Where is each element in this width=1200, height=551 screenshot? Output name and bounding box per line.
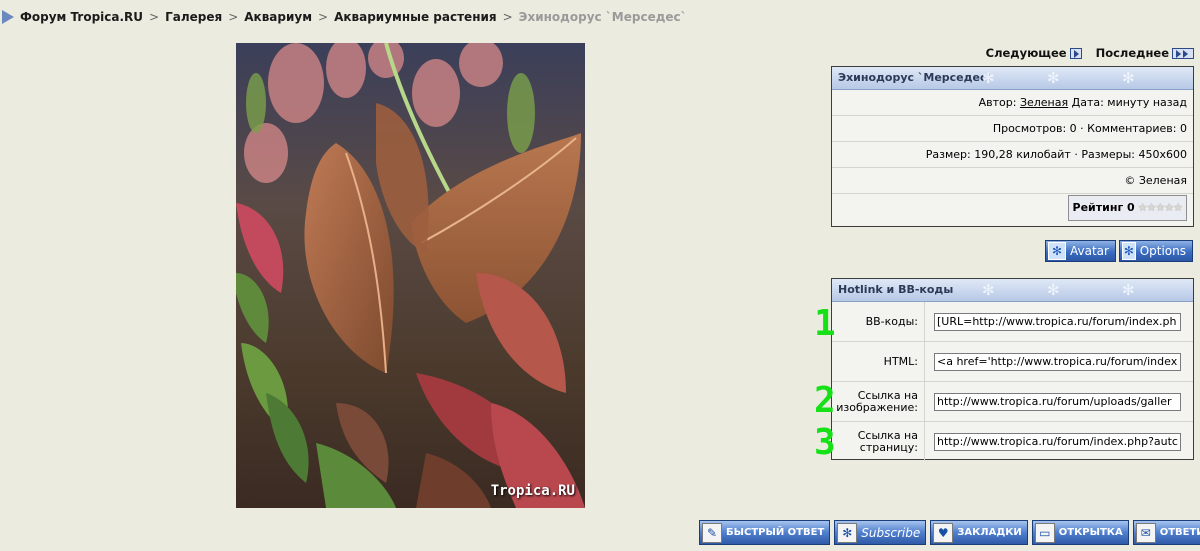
next-image-label: Следующее	[985, 46, 1067, 60]
image-link-field[interactable]	[934, 392, 1181, 411]
bookmark-heart-icon: ♥	[933, 522, 954, 543]
snowflake-icon: ✻	[1122, 281, 1135, 299]
image-info-header: Эхинодорус `Мерседес` ✻ ✻ ✻	[832, 67, 1193, 90]
breadcrumb-separator: >	[149, 10, 160, 24]
quick-reply-label: БЫСТРЫЙ ОТВЕТ	[726, 527, 825, 538]
image-navigation: Следующее Последнее	[986, 46, 1194, 60]
annotation-number-3: 3	[814, 422, 836, 463]
snowflake-icon: ✻	[982, 69, 995, 87]
plant-photo-illustration	[236, 43, 585, 508]
breadcrumb-current: Эхинодорус `Мерседес`	[518, 10, 687, 24]
snowflake-icon: ✻	[1122, 69, 1135, 87]
next-arrow-icon	[1069, 47, 1082, 59]
postcard-icon: ▭	[1034, 522, 1055, 543]
gallery-photo[interactable]: Tropica.RU	[236, 43, 585, 508]
image-link-row: Ссылка на изображение:	[832, 382, 1193, 422]
postcard-label: ОТКРЫТКА	[1058, 527, 1123, 538]
quick-reply-button[interactable]: ✎ БЫСТРЫЙ ОТВЕТ	[699, 520, 831, 545]
subscribe-label: Subscribe	[861, 525, 921, 540]
image-link-label: Ссылка на изображение:	[832, 382, 925, 421]
last-image-label: Последнее	[1095, 46, 1169, 60]
html-label: HTML:	[832, 342, 925, 381]
hotlink-panel: Hotlink и BB-коды ✻ ✻ ✻ BB-коды: HTML: С…	[831, 278, 1194, 461]
postcard-button[interactable]: ▭ ОТКРЫТКА	[1031, 520, 1129, 545]
page-link-label: Ссылка на страницу:	[832, 422, 925, 461]
snowflake-icon: ✻	[982, 281, 995, 299]
hotlink-header: Hotlink и BB-коды ✻ ✻ ✻	[832, 279, 1193, 302]
snowflake-icon: ✻	[1047, 281, 1060, 299]
breadcrumb-separator: >	[228, 10, 239, 24]
bbcode-label: BB-коды:	[832, 302, 925, 341]
rating-label: Рейтинг 0	[1072, 201, 1135, 214]
snowflake-icon: ✻	[1122, 242, 1136, 260]
annotation-number-2: 2	[814, 380, 836, 421]
triangle-bullet-icon	[2, 10, 14, 24]
snowflake-icon: ✻	[837, 522, 858, 543]
bottom-toolbar: ✎ БЫСТРЫЙ ОТВЕТ ✻ Subscribe ♥ ЗАКЛАДКИ ▭…	[699, 520, 1200, 545]
subscribe-button[interactable]: ✻ Subscribe	[834, 520, 927, 545]
rating-stars-icon[interactable]: ★★★★★	[1138, 196, 1183, 220]
breadcrumb-link-gallery[interactable]: Галерея	[165, 10, 222, 24]
breadcrumb-separator: >	[318, 10, 329, 24]
bbcode-row: BB-коды:	[832, 302, 1193, 342]
snowflake-icon: ✻	[1048, 242, 1066, 260]
reply-bubble-icon: ✎	[702, 522, 722, 543]
next-image-link[interactable]: Следующее	[986, 46, 1082, 60]
reply-label: ОТВЕТИТЬ	[1159, 527, 1200, 538]
photo-watermark: Tropica.RU	[490, 483, 575, 499]
image-title: Эхинодорус `Мерседес`	[838, 71, 992, 84]
page-link-row: Ссылка на страницу:	[832, 422, 1193, 461]
avatar-button[interactable]: ✻ Avatar	[1045, 240, 1116, 262]
copyright-row: © Зеленая	[832, 168, 1193, 194]
stats-row: Просмотров: 0 · Комментариев: 0	[832, 116, 1193, 142]
html-field[interactable]	[934, 352, 1181, 371]
last-arrow-icon	[1172, 47, 1194, 59]
breadcrumb-link-aquarium[interactable]: Аквариум	[244, 10, 312, 24]
bookmarks-button[interactable]: ♥ ЗАКЛАДКИ	[930, 520, 1028, 545]
author-label: Автор:	[978, 96, 1017, 109]
annotation-number-1: 1	[814, 303, 836, 344]
size-row: Размер: 190,28 килобайт · Размеры: 450x6…	[832, 142, 1193, 168]
hotlink-title: Hotlink и BB-коды	[838, 283, 954, 296]
bookmarks-label: ЗАКЛАДКИ	[957, 527, 1022, 538]
reply-button[interactable]: ✉ ОТВЕТИТЬ	[1132, 520, 1200, 545]
image-info-panel: Эхинодорус `Мерседес` ✻ ✻ ✻ Автор: Зелен…	[831, 66, 1194, 227]
rating-box[interactable]: Рейтинг 0 ★★★★★	[1067, 195, 1187, 221]
html-row: HTML:	[832, 342, 1193, 382]
bbcode-field[interactable]	[934, 312, 1181, 331]
breadcrumb-separator: >	[502, 10, 513, 24]
options-button[interactable]: ✻ Options	[1119, 240, 1193, 262]
reply-document-icon: ✉	[1135, 522, 1156, 543]
last-image-link[interactable]: Последнее	[1096, 46, 1194, 60]
breadcrumb-link-plants[interactable]: Аквариумные растения	[334, 10, 497, 24]
author-row: Автор: Зеленая Дата: минуту назад	[832, 90, 1193, 116]
snowflake-icon: ✻	[1047, 69, 1060, 87]
options-button-label: Options	[1139, 244, 1186, 258]
page-link-field[interactable]	[934, 432, 1181, 451]
avatar-button-label: Avatar	[1070, 244, 1109, 258]
date-text: Дата: минуту назад	[1071, 96, 1187, 109]
breadcrumb-link-forum[interactable]: Форум Tropica.RU	[20, 10, 143, 24]
breadcrumb: Форум Tropica.RU > Галерея > Аквариум > …	[2, 8, 687, 26]
author-link[interactable]: Зеленая	[1020, 96, 1068, 109]
